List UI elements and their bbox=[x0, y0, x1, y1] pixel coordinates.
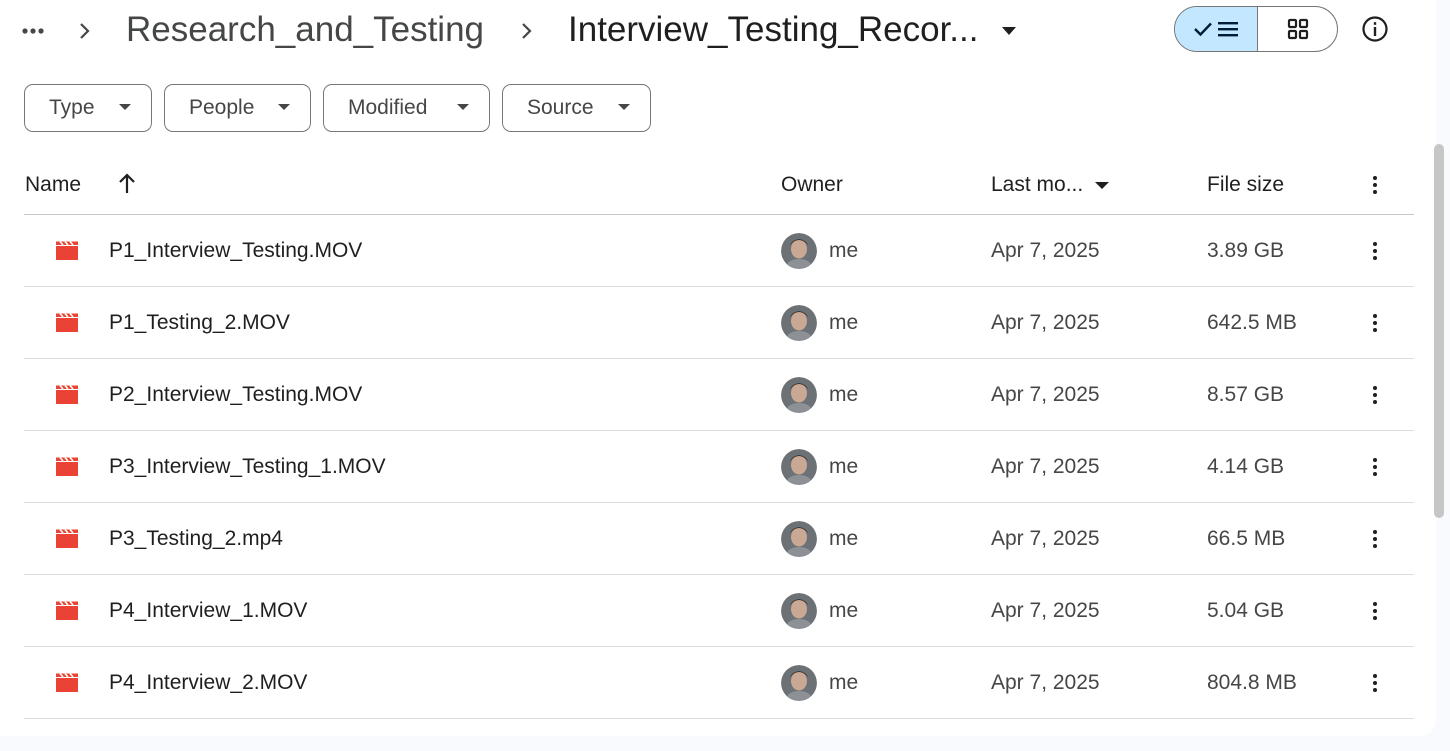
view-toggle bbox=[1174, 6, 1338, 52]
column-owner-header[interactable]: Owner bbox=[781, 170, 843, 200]
last-modified-date: Apr 7, 2025 bbox=[991, 239, 1100, 262]
more-actions-icon[interactable] bbox=[1363, 239, 1387, 263]
dropdown-caret-icon bbox=[618, 104, 630, 110]
sort-dropdown-caret-icon[interactable] bbox=[1095, 182, 1109, 189]
owner-name: me bbox=[829, 239, 859, 262]
chevron-right-icon bbox=[516, 18, 536, 44]
more-actions-icon[interactable] bbox=[1363, 527, 1387, 551]
column-modified-header[interactable]: Last mo... bbox=[991, 170, 1083, 200]
more-actions-icon[interactable] bbox=[1363, 311, 1387, 335]
more-actions-icon[interactable] bbox=[1363, 599, 1387, 623]
file-row[interactable]: P4_Interview_1.MOV me Apr 7, 2025 5.04 G… bbox=[24, 575, 1414, 647]
owner-avatar bbox=[781, 233, 817, 269]
folder-menu-caret-icon[interactable] bbox=[996, 18, 1022, 44]
file-name[interactable]: P4_Interview_1.MOV bbox=[109, 596, 307, 626]
video-file-icon bbox=[54, 672, 80, 694]
chevron-right-icon bbox=[74, 18, 94, 44]
filter-people-chip[interactable]: People bbox=[164, 84, 311, 132]
video-file-icon bbox=[54, 528, 80, 550]
owner-avatar bbox=[781, 305, 817, 341]
last-modified-date: Apr 7, 2025 bbox=[991, 671, 1100, 694]
file-size: 5.04 GB bbox=[1207, 599, 1285, 622]
check-icon bbox=[1194, 22, 1212, 37]
scrollbar-thumb[interactable] bbox=[1434, 144, 1444, 518]
more-actions-icon[interactable] bbox=[1363, 671, 1387, 695]
file-row[interactable]: P3_Testing_2.mp4 me Apr 7, 2025 66.5 MB bbox=[24, 503, 1414, 575]
filter-source-chip[interactable]: Source bbox=[502, 84, 651, 132]
drive-file-browser: Research_and_Testing Interview_Testing_R… bbox=[0, 0, 1444, 736]
owner-name: me bbox=[829, 455, 859, 478]
column-size-header[interactable]: File size bbox=[1207, 170, 1284, 200]
file-size: 3.89 GB bbox=[1207, 239, 1285, 262]
file-size: 8.57 GB bbox=[1207, 383, 1285, 406]
last-modified-date: Apr 7, 2025 bbox=[991, 311, 1100, 334]
owner-avatar bbox=[781, 377, 817, 413]
more-path-icon[interactable] bbox=[20, 18, 46, 44]
info-button[interactable] bbox=[1358, 12, 1392, 46]
file-row[interactable]: P2_Interview_Testing.MOV me Apr 7, 2025 … bbox=[24, 359, 1414, 431]
file-row[interactable]: P1_Interview_Testing.MOV me Apr 7, 2025 … bbox=[24, 215, 1414, 287]
owner-avatar bbox=[781, 593, 817, 629]
owner-avatar bbox=[781, 449, 817, 485]
file-size: 804.8 MB bbox=[1207, 671, 1297, 694]
owner-name: me bbox=[829, 311, 859, 334]
last-modified-date: Apr 7, 2025 bbox=[991, 527, 1100, 550]
breadcrumb-current-folder[interactable]: Interview_Testing_Recor... bbox=[568, 8, 983, 52]
filter-source-label: Source bbox=[527, 96, 594, 119]
file-name[interactable]: P2_Interview_Testing.MOV bbox=[109, 380, 362, 410]
filter-people-label: People bbox=[189, 96, 255, 119]
file-size: 4.14 GB bbox=[1207, 455, 1285, 478]
more-actions-icon[interactable] bbox=[1363, 455, 1387, 479]
filter-modified-label: Modified bbox=[348, 96, 428, 119]
video-file-icon bbox=[54, 456, 80, 478]
info-icon bbox=[1362, 16, 1388, 42]
column-options-more-icon[interactable] bbox=[1363, 173, 1387, 197]
video-file-icon bbox=[54, 312, 80, 334]
dropdown-caret-icon bbox=[457, 104, 469, 110]
file-size: 642.5 MB bbox=[1207, 311, 1297, 334]
owner-name: me bbox=[829, 671, 859, 694]
grid-view-icon bbox=[1287, 18, 1308, 40]
file-row[interactable]: P1_Testing_2.MOV me Apr 7, 2025 642.5 MB bbox=[24, 287, 1414, 359]
owner-avatar bbox=[781, 665, 817, 701]
file-name[interactable]: P1_Testing_2.MOV bbox=[109, 308, 290, 338]
file-size: 66.5 MB bbox=[1207, 527, 1286, 550]
last-modified-date: Apr 7, 2025 bbox=[991, 455, 1100, 478]
last-modified-date: Apr 7, 2025 bbox=[991, 383, 1100, 406]
file-name[interactable]: P3_Testing_2.mp4 bbox=[109, 524, 283, 554]
owner-name: me bbox=[829, 527, 859, 550]
video-file-icon bbox=[54, 600, 80, 622]
video-file-icon bbox=[54, 384, 80, 406]
video-file-icon bbox=[54, 240, 80, 262]
filter-type-label: Type bbox=[49, 96, 95, 119]
list-view-button[interactable] bbox=[1175, 7, 1258, 51]
sort-ascending-arrow-icon[interactable] bbox=[116, 172, 138, 196]
file-name[interactable]: P3_Interview_Testing_1.MOV bbox=[109, 452, 386, 482]
more-actions-icon[interactable] bbox=[1363, 383, 1387, 407]
breadcrumb-parent-folder[interactable]: Research_and_Testing bbox=[126, 8, 484, 52]
filter-modified-chip[interactable]: Modified bbox=[323, 84, 490, 132]
file-name[interactable]: P1_Interview_Testing.MOV bbox=[109, 236, 362, 266]
filter-type-chip[interactable]: Type bbox=[24, 84, 152, 132]
last-modified-date: Apr 7, 2025 bbox=[991, 599, 1100, 622]
owner-avatar bbox=[781, 521, 817, 557]
column-name-header[interactable]: Name bbox=[25, 170, 81, 200]
file-name[interactable]: P4_Interview_2.MOV bbox=[109, 668, 307, 698]
file-row[interactable]: P4_Interview_2.MOV me Apr 7, 2025 804.8 … bbox=[24, 647, 1414, 719]
owner-name: me bbox=[829, 599, 859, 622]
owner-name: me bbox=[829, 383, 859, 406]
dropdown-caret-icon bbox=[119, 104, 131, 110]
file-row[interactable]: P3_Interview_Testing_1.MOV me Apr 7, 202… bbox=[24, 431, 1414, 503]
grid-view-button[interactable] bbox=[1258, 7, 1337, 51]
dropdown-caret-icon bbox=[278, 104, 290, 110]
list-view-icon bbox=[1218, 22, 1238, 37]
